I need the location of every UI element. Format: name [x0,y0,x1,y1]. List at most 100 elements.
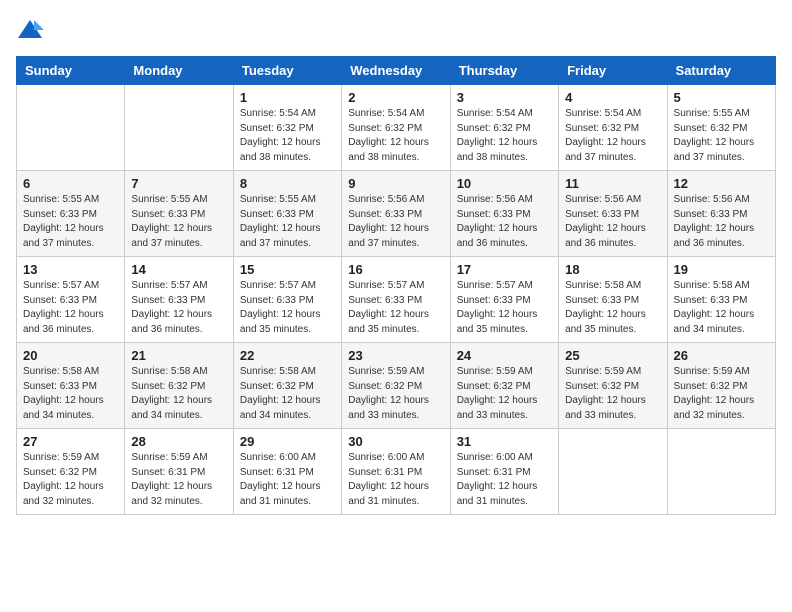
calendar-cell: 13 Sunrise: 5:57 AM Sunset: 6:33 PM Dayli… [17,257,125,343]
day-info: Sunrise: 5:59 AM Sunset: 6:32 PM Dayligh… [674,365,769,423]
calendar-week-row: 13 Sunrise: 5:57 AM Sunset: 6:33 PM Dayli… [17,257,776,343]
weekday-header: Thursday [450,57,558,85]
day-info: Sunrise: 5:55 AM Sunset: 6:32 PM Dayligh… [674,107,769,165]
day-number: 5 [674,90,769,105]
calendar-cell: 9 Sunrise: 5:56 AM Sunset: 6:33 PM Daylig… [342,171,450,257]
day-info: Sunrise: 6:00 AM Sunset: 6:31 PM Dayligh… [457,451,552,509]
day-number: 25 [565,348,660,363]
day-number: 23 [348,348,443,363]
calendar-cell [17,85,125,171]
day-info: Sunrise: 5:56 AM Sunset: 6:33 PM Dayligh… [457,193,552,251]
day-number: 20 [23,348,118,363]
day-number: 28 [131,434,226,449]
calendar-cell: 15 Sunrise: 5:57 AM Sunset: 6:33 PM Dayli… [233,257,341,343]
day-info: Sunrise: 5:59 AM Sunset: 6:32 PM Dayligh… [457,365,552,423]
day-info: Sunrise: 5:58 AM Sunset: 6:33 PM Dayligh… [565,279,660,337]
calendar-cell: 5 Sunrise: 5:55 AM Sunset: 6:32 PM Daylig… [667,85,775,171]
calendar-cell: 6 Sunrise: 5:55 AM Sunset: 6:33 PM Daylig… [17,171,125,257]
calendar-cell: 22 Sunrise: 5:58 AM Sunset: 6:32 PM Dayli… [233,343,341,429]
calendar-cell: 26 Sunrise: 5:59 AM Sunset: 6:32 PM Dayli… [667,343,775,429]
calendar-cell: 16 Sunrise: 5:57 AM Sunset: 6:33 PM Dayli… [342,257,450,343]
day-number: 9 [348,176,443,191]
calendar-cell [667,429,775,515]
calendar-cell: 7Sunrise: 5:55 AM Sunset: 6:33 PM Daylig… [125,171,233,257]
day-number: 3 [457,90,552,105]
day-number: 18 [565,262,660,277]
calendar-cell: 12 Sunrise: 5:56 AM Sunset: 6:33 PM Dayli… [667,171,775,257]
calendar-cell: 24 Sunrise: 5:59 AM Sunset: 6:32 PM Dayli… [450,343,558,429]
calendar-cell: 14 Sunrise: 5:57 AM Sunset: 6:33 PM Dayli… [125,257,233,343]
day-info: Sunrise: 5:59 AM Sunset: 6:32 PM Dayligh… [23,451,118,509]
day-info: Sunrise: 5:58 AM Sunset: 6:32 PM Dayligh… [240,365,335,423]
day-info: Sunrise: 6:00 AM Sunset: 6:31 PM Dayligh… [240,451,335,509]
day-info: Sunrise: 5:54 AM Sunset: 6:32 PM Dayligh… [565,107,660,165]
day-number: 19 [674,262,769,277]
day-info: Sunrise: 5:55 AM Sunset: 6:33 PM Dayligh… [240,193,335,251]
day-number: 24 [457,348,552,363]
day-number: 7 [131,176,226,191]
calendar-cell: 2Sunrise: 5:54 AM Sunset: 6:32 PM Daylig… [342,85,450,171]
day-info: Sunrise: 5:58 AM Sunset: 6:32 PM Dayligh… [131,365,226,423]
calendar-cell: 27Sunrise: 5:59 AM Sunset: 6:32 PM Dayli… [17,429,125,515]
calendar-week-row: 6 Sunrise: 5:55 AM Sunset: 6:33 PM Daylig… [17,171,776,257]
day-number: 11 [565,176,660,191]
weekday-header: Wednesday [342,57,450,85]
day-info: Sunrise: 5:57 AM Sunset: 6:33 PM Dayligh… [457,279,552,337]
day-info: Sunrise: 5:56 AM Sunset: 6:33 PM Dayligh… [674,193,769,251]
page-header [16,16,776,44]
day-number: 12 [674,176,769,191]
calendar-cell: 23 Sunrise: 5:59 AM Sunset: 6:32 PM Dayli… [342,343,450,429]
logo-icon [16,16,44,44]
calendar-week-row: 20 Sunrise: 5:58 AM Sunset: 6:33 PM Dayli… [17,343,776,429]
day-info: Sunrise: 5:57 AM Sunset: 6:33 PM Dayligh… [23,279,118,337]
calendar-cell: 11 Sunrise: 5:56 AM Sunset: 6:33 PM Dayli… [559,171,667,257]
day-number: 1 [240,90,335,105]
day-number: 10 [457,176,552,191]
day-info: Sunrise: 5:56 AM Sunset: 6:33 PM Dayligh… [348,193,443,251]
logo [16,16,48,44]
calendar-cell: 3 Sunrise: 5:54 AM Sunset: 6:32 PM Daylig… [450,85,558,171]
day-number: 4 [565,90,660,105]
day-number: 30 [348,434,443,449]
day-number: 29 [240,434,335,449]
day-number: 2 [348,90,443,105]
day-number: 14 [131,262,226,277]
calendar-week-row: 27Sunrise: 5:59 AM Sunset: 6:32 PM Dayli… [17,429,776,515]
day-info: Sunrise: 5:58 AM Sunset: 6:33 PM Dayligh… [23,365,118,423]
calendar-cell: 4 Sunrise: 5:54 AM Sunset: 6:32 PM Daylig… [559,85,667,171]
weekday-header: Sunday [17,57,125,85]
weekday-header: Tuesday [233,57,341,85]
calendar-table: SundayMondayTuesdayWednesdayThursdayFrid… [16,56,776,515]
calendar-cell: 25Sunrise: 5:59 AM Sunset: 6:32 PM Dayli… [559,343,667,429]
day-info: Sunrise: 5:57 AM Sunset: 6:33 PM Dayligh… [240,279,335,337]
day-info: Sunrise: 5:54 AM Sunset: 6:32 PM Dayligh… [457,107,552,165]
day-info: Sunrise: 5:54 AM Sunset: 6:32 PM Dayligh… [240,107,335,165]
calendar-cell: 31 Sunrise: 6:00 AM Sunset: 6:31 PM Dayli… [450,429,558,515]
weekday-header: Monday [125,57,233,85]
calendar-cell: 19 Sunrise: 5:58 AM Sunset: 6:33 PM Dayli… [667,257,775,343]
calendar-cell: 17Sunrise: 5:57 AM Sunset: 6:33 PM Dayli… [450,257,558,343]
day-number: 16 [348,262,443,277]
calendar-week-row: 1 Sunrise: 5:54 AM Sunset: 6:32 PM Daylig… [17,85,776,171]
day-info: Sunrise: 5:57 AM Sunset: 6:33 PM Dayligh… [131,279,226,337]
calendar-cell: 21 Sunrise: 5:58 AM Sunset: 6:32 PM Dayli… [125,343,233,429]
day-number: 6 [23,176,118,191]
day-number: 13 [23,262,118,277]
day-info: Sunrise: 6:00 AM Sunset: 6:31 PM Dayligh… [348,451,443,509]
weekday-header: Friday [559,57,667,85]
calendar-cell [559,429,667,515]
day-info: Sunrise: 5:55 AM Sunset: 6:33 PM Dayligh… [23,193,118,251]
day-number: 15 [240,262,335,277]
calendar-cell: 28Sunrise: 5:59 AM Sunset: 6:31 PM Dayli… [125,429,233,515]
day-number: 26 [674,348,769,363]
day-info: Sunrise: 5:57 AM Sunset: 6:33 PM Dayligh… [348,279,443,337]
day-info: Sunrise: 5:56 AM Sunset: 6:33 PM Dayligh… [565,193,660,251]
day-number: 21 [131,348,226,363]
day-number: 31 [457,434,552,449]
weekday-header-row: SundayMondayTuesdayWednesdayThursdayFrid… [17,57,776,85]
day-number: 22 [240,348,335,363]
calendar-cell: 29 Sunrise: 6:00 AM Sunset: 6:31 PM Dayli… [233,429,341,515]
calendar-cell: 1 Sunrise: 5:54 AM Sunset: 6:32 PM Daylig… [233,85,341,171]
day-info: Sunrise: 5:59 AM Sunset: 6:32 PM Dayligh… [348,365,443,423]
day-info: Sunrise: 5:58 AM Sunset: 6:33 PM Dayligh… [674,279,769,337]
